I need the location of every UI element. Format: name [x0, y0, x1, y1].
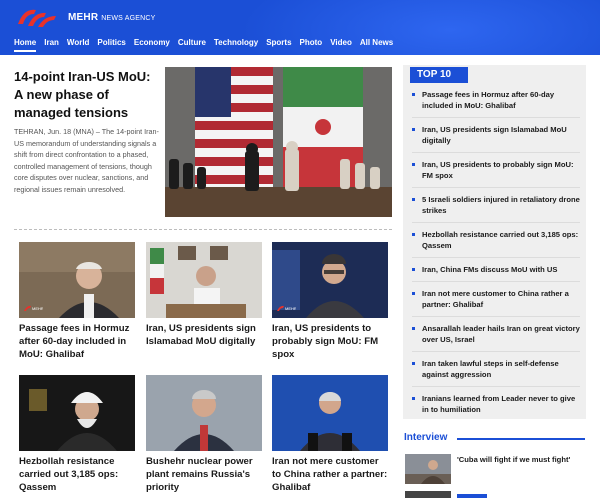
news-card-caption[interactable]: Passage fees in Hormuz after 60-day incl… [19, 322, 135, 361]
top10-item[interactable]: Iran, US presidents sign Islamabad MoU d… [412, 124, 580, 153]
top10-item[interactable]: Ansarallah leader hails Iran on great vi… [412, 323, 580, 352]
news-card-caption[interactable]: Iran, US presidents to probably sign MoU… [272, 322, 388, 361]
watermark-logo-icon: MEHR [24, 305, 43, 311]
news-card[interactable]: Hezbollah resistance carried out 3,185 o… [19, 375, 135, 494]
top10-item[interactable]: Hezbollah resistance carried out 3,185 o… [412, 229, 580, 258]
news-card-caption[interactable]: Iran not mere customer to China rather a… [272, 455, 388, 494]
brand-title: MEHR [68, 12, 99, 23]
nav-item-economy[interactable]: Economy [134, 38, 170, 52]
news-card-image[interactable] [146, 375, 262, 451]
news-card[interactable]: MEHR Iran, US presidents to probably sig… [272, 242, 388, 361]
news-card-caption[interactable]: Bushehr nuclear power plant remains Russ… [146, 455, 262, 494]
top10-item[interactable]: Iranians learned from Leader never to gi… [412, 393, 580, 421]
top10-item[interactable]: Iran, China FMs discuss MoU with US [412, 264, 580, 282]
top10-item[interactable]: Iran, US presidents to probably sign MoU… [412, 159, 580, 188]
news-card-image[interactable]: MEHR [272, 242, 388, 318]
news-card-image[interactable]: MEHR [19, 242, 135, 318]
news-card[interactable]: MEHR Passage fees in Hormuz after 60-day… [19, 242, 135, 361]
lead-headline[interactable]: 14-point Iran-US MoU: A new phase of man… [14, 68, 160, 122]
news-card-image[interactable] [272, 375, 388, 451]
news-card[interactable]: Iran not mere customer to China rather a… [272, 375, 388, 494]
svg-text:MEHR: MEHR [285, 306, 296, 311]
nav-item-world[interactable]: World [67, 38, 90, 52]
top10-title: TOP 10 [410, 67, 468, 83]
brand-name[interactable]: MEHR NEWS AGENCY [68, 12, 156, 23]
top10-item[interactable]: 5 Israeli soldiers injured in retaliator… [412, 194, 580, 223]
news-card-caption[interactable]: Iran, US presidents sign Islamabad MoU d… [146, 322, 262, 348]
nav-item-culture[interactable]: Culture [178, 38, 206, 52]
nav-item-home[interactable]: Home [14, 38, 37, 52]
interview-next-image[interactable] [405, 491, 451, 498]
news-card-image[interactable] [19, 375, 135, 451]
interview-section-title[interactable]: Interview [404, 432, 447, 443]
interview-image[interactable] [405, 454, 451, 484]
svg-text:MEHR: MEHR [32, 306, 43, 311]
nav-item-politics[interactable]: Politics [97, 38, 125, 52]
site-header: MEHR NEWS AGENCY Home Iran World Politic… [0, 0, 600, 55]
top10-list: Passage fees in Hormuz after 60-day incl… [412, 89, 580, 427]
top10-item[interactable]: Iran taken lawful steps in self-defense … [412, 358, 580, 387]
lead-summary: TEHRAN, Jun. 18 (MNA) – The 14-point Ira… [14, 127, 159, 194]
nav-item-photo[interactable]: Photo [300, 38, 323, 52]
interview-next-tag [457, 494, 487, 498]
main-nav: Home Iran World Politics Economy Culture… [14, 38, 401, 52]
news-card-image[interactable] [146, 242, 262, 318]
nav-item-technology[interactable]: Technology [214, 38, 258, 52]
nav-item-video[interactable]: Video [330, 38, 352, 52]
section-divider [14, 229, 392, 230]
top10-item[interactable]: Passage fees in Hormuz after 60-day incl… [412, 89, 580, 118]
top10-item[interactable]: Iran not mere customer to China rather a… [412, 288, 580, 317]
brand-suffix: NEWS AGENCY [101, 15, 156, 22]
top10-panel: TOP 10 Passage fees in Hormuz after 60-d… [403, 65, 586, 419]
news-card[interactable]: Bushehr nuclear power plant remains Russ… [146, 375, 262, 494]
nav-item-all-news[interactable]: All News [360, 38, 393, 52]
lead-photo[interactable] [165, 67, 392, 217]
nav-item-iran[interactable]: Iran [44, 38, 59, 52]
interview-divider [457, 438, 585, 440]
watermark-logo-icon: MEHR [277, 305, 296, 311]
us-flag-image [195, 67, 273, 187]
mehr-logo-icon[interactable] [14, 4, 64, 30]
news-card-caption[interactable]: Hezbollah resistance carried out 3,185 o… [19, 455, 135, 494]
news-card[interactable]: Iran, US presidents sign Islamabad MoU d… [146, 242, 262, 348]
nav-item-sports[interactable]: Sports [266, 38, 291, 52]
interview-headline[interactable]: 'Cuba will fight if we must fight' [457, 455, 570, 464]
